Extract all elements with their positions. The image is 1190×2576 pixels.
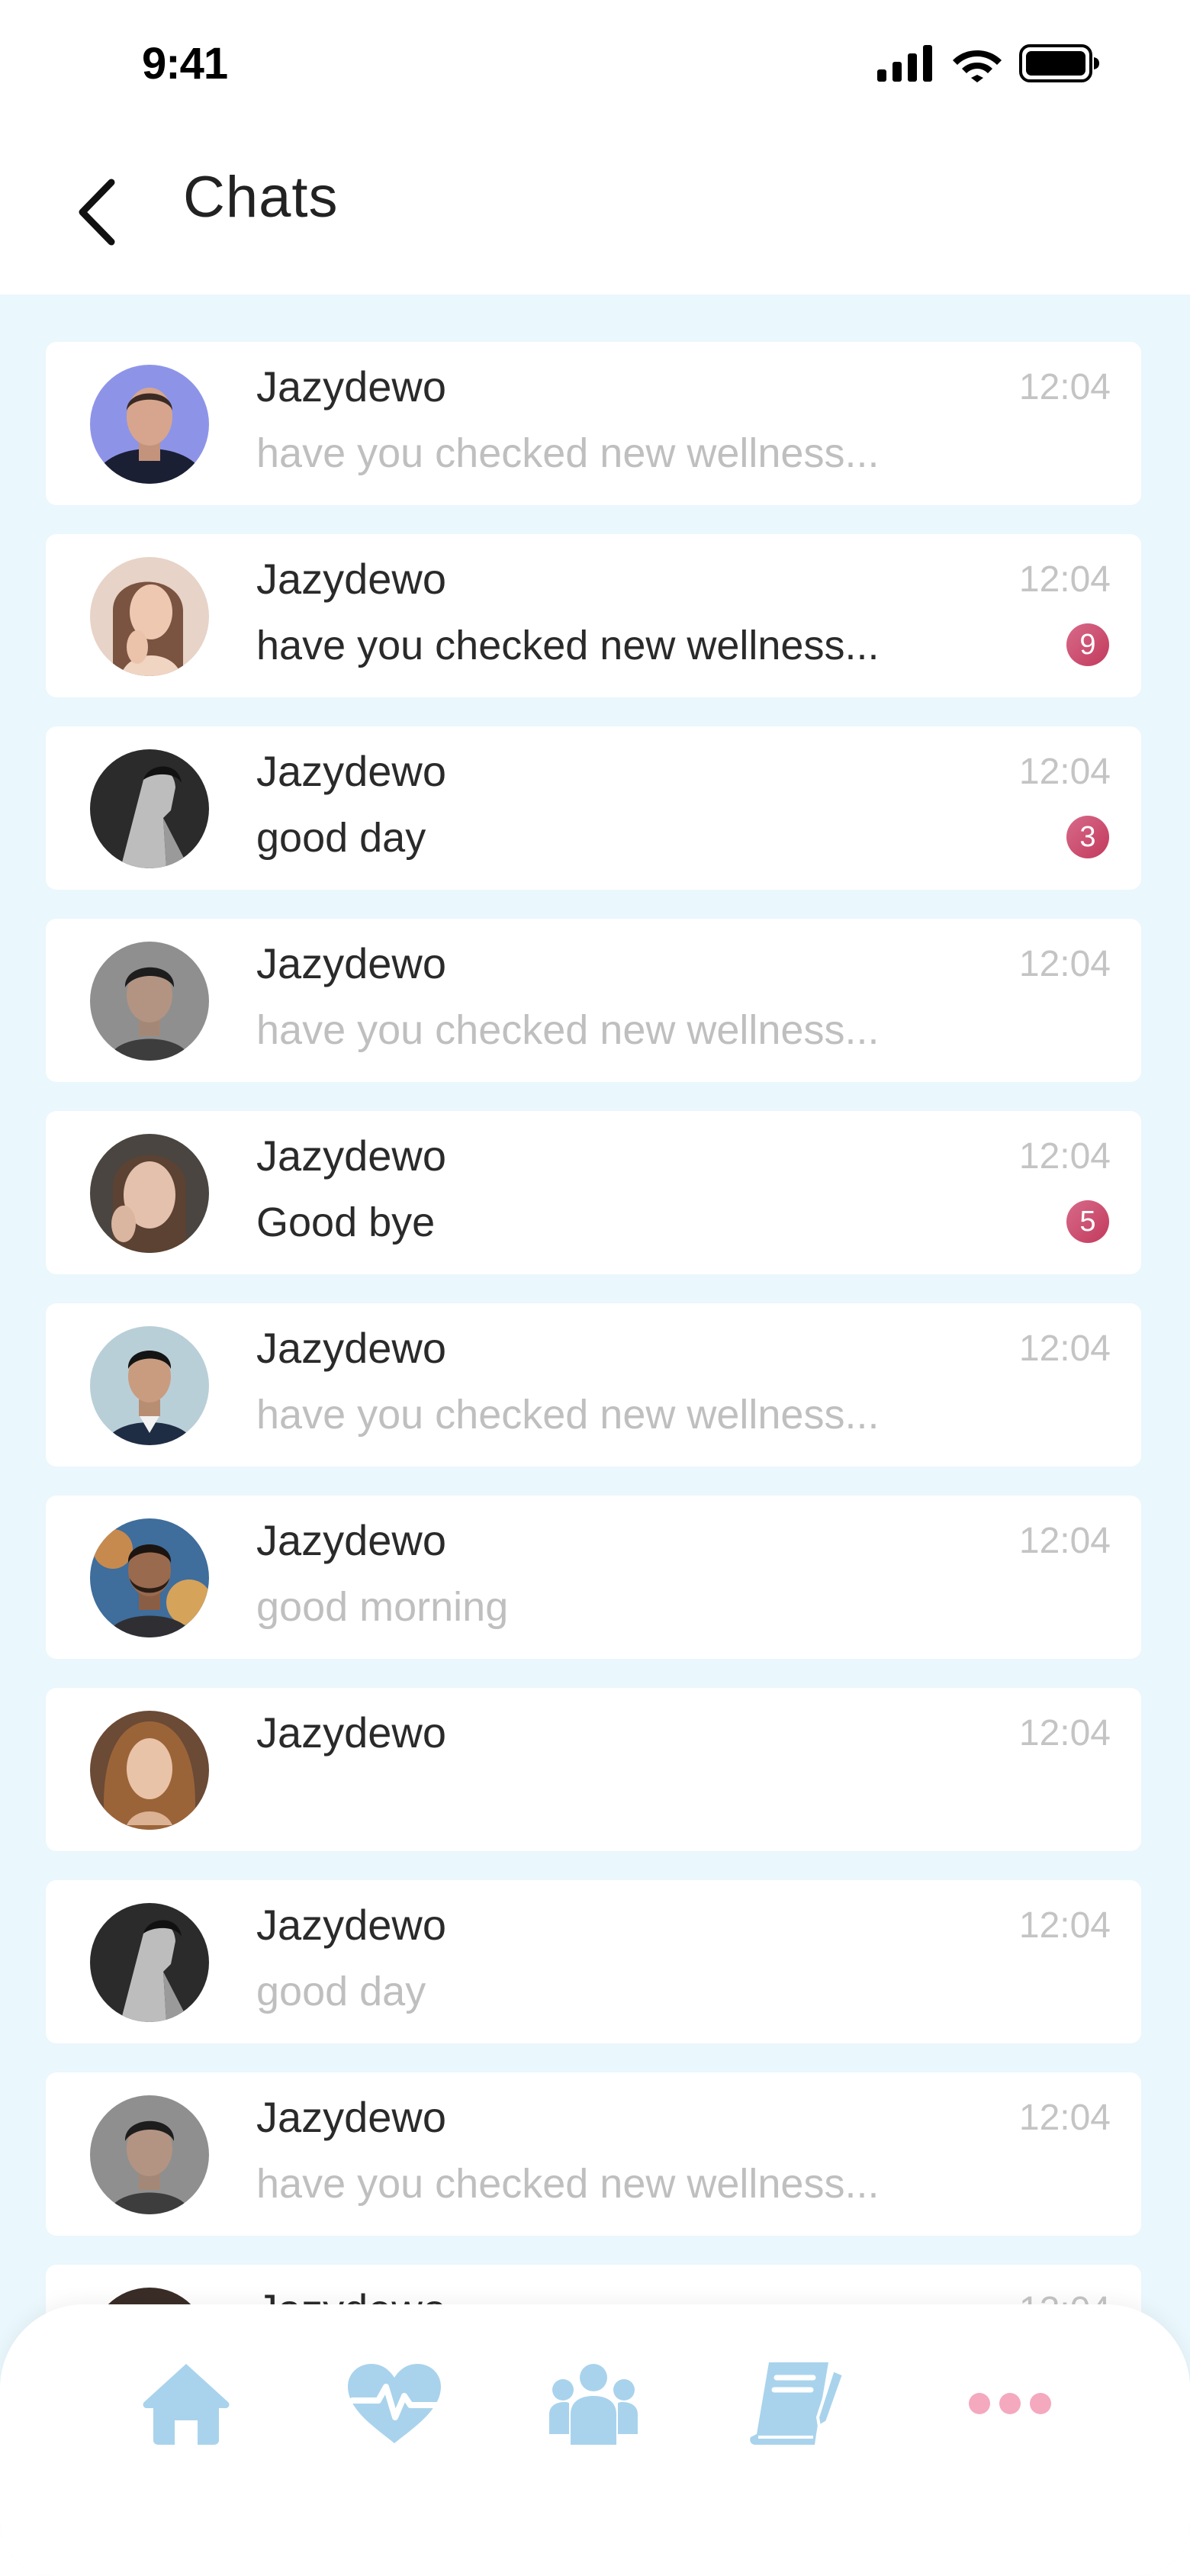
battery-icon <box>1019 44 1099 82</box>
chat-list-item[interactable]: Jazydewo have you checked new wellness..… <box>46 534 1141 697</box>
avatar <box>90 1711 209 1830</box>
contact-name: Jazydewo <box>256 1901 447 1949</box>
status-time: 9:41 <box>142 39 228 89</box>
last-message: Good bye <box>256 1199 436 1245</box>
last-message: have you checked new wellness... <box>256 1007 880 1053</box>
chat-list-item[interactable]: Jazydewo have you checked new wellness..… <box>46 342 1141 505</box>
contact-name: Jazydewo <box>256 555 447 603</box>
heart-pulse-icon <box>348 2364 441 2443</box>
message-time: 12:04 <box>1018 752 1111 792</box>
nav-community[interactable] <box>540 2350 647 2457</box>
last-message: have you checked new wellness... <box>256 430 880 476</box>
contact-name: Jazydewo <box>256 1132 447 1180</box>
chat-list-item[interactable]: Jazydewo good morning 12:04 <box>46 1496 1141 1659</box>
last-message: have you checked new wellness... <box>256 1392 880 1438</box>
avatar <box>90 1326 209 1445</box>
avatar <box>90 557 209 676</box>
nav-home[interactable] <box>133 2350 240 2457</box>
message-time: 12:04 <box>1018 1905 1111 1946</box>
last-message: have you checked new wellness... <box>256 2161 880 2207</box>
contact-name: Jazydewo <box>256 1324 447 1372</box>
avatar <box>90 1903 209 2022</box>
page-title: Chats <box>183 165 339 230</box>
last-message: good morning <box>256 1584 509 1630</box>
chat-list-item[interactable]: Jazydewo have you checked new wellness..… <box>46 1303 1141 1467</box>
chats-screen: 9:41 Chats Jazydewo have you checked new… <box>0 0 1190 2576</box>
chat-list-item[interactable]: Jazydewo Good bye 12:04 5 <box>46 1111 1141 1274</box>
nav-more[interactable] <box>957 2350 1063 2457</box>
nav-journal[interactable] <box>748 2350 854 2457</box>
message-time: 12:04 <box>1018 1136 1111 1177</box>
home-icon <box>143 2364 230 2445</box>
contact-name: Jazydewo <box>256 2093 447 2141</box>
avatar <box>90 942 209 1061</box>
avatar <box>90 749 209 868</box>
avatar <box>90 365 209 484</box>
community-icon <box>549 2364 638 2445</box>
message-time: 12:04 <box>1018 1713 1111 1753</box>
contact-name: Jazydewo <box>256 362 447 411</box>
unread-badge: 9 <box>1066 623 1109 666</box>
chat-list-item[interactable]: Jazydewo 12:04 <box>46 1688 1141 1851</box>
message-time: 12:04 <box>1018 944 1111 984</box>
contact-name: Jazydewo <box>256 1516 447 1564</box>
contact-name: Jazydewo <box>256 939 447 987</box>
nav-health[interactable] <box>341 2350 448 2457</box>
more-icon <box>969 2393 1051 2414</box>
status-bar: 9:41 <box>0 0 1190 130</box>
message-time: 12:04 <box>1018 559 1111 600</box>
chat-list-item[interactable]: Jazydewo have you checked new wellness..… <box>46 2072 1141 2236</box>
message-time: 12:04 <box>1018 1521 1111 1561</box>
unread-badge: 3 <box>1066 816 1109 858</box>
avatar <box>90 2095 209 2214</box>
avatar <box>90 1134 209 1253</box>
header: Chats <box>0 130 1190 295</box>
unread-badge: 5 <box>1066 1200 1109 1243</box>
last-message: good day <box>256 815 426 861</box>
last-message: have you checked new wellness... <box>256 623 880 668</box>
back-button[interactable] <box>67 166 128 258</box>
status-icons <box>877 43 1100 84</box>
bottom-nav <box>0 2304 1190 2576</box>
message-time: 12:04 <box>1018 1328 1111 1369</box>
last-message: good day <box>256 1969 426 2014</box>
journal-icon <box>750 2362 846 2445</box>
chat-list-item[interactable]: Jazydewo good day 12:04 3 <box>46 726 1141 890</box>
avatar <box>90 1518 209 1637</box>
chat-list-item[interactable]: Jazydewo have you checked new wellness..… <box>46 919 1141 1082</box>
message-time: 12:04 <box>1018 2098 1111 2138</box>
wifi-icon <box>953 50 1002 82</box>
chevron-left-icon <box>79 179 115 246</box>
message-time: 12:04 <box>1018 367 1111 407</box>
chat-list[interactable]: Jazydewo have you checked new wellness..… <box>0 295 1190 2576</box>
signal-icon <box>877 45 932 82</box>
contact-name: Jazydewo <box>256 747 447 795</box>
contact-name: Jazydewo <box>256 1708 447 1757</box>
chat-list-item[interactable]: Jazydewo good day 12:04 <box>46 1880 1141 2043</box>
